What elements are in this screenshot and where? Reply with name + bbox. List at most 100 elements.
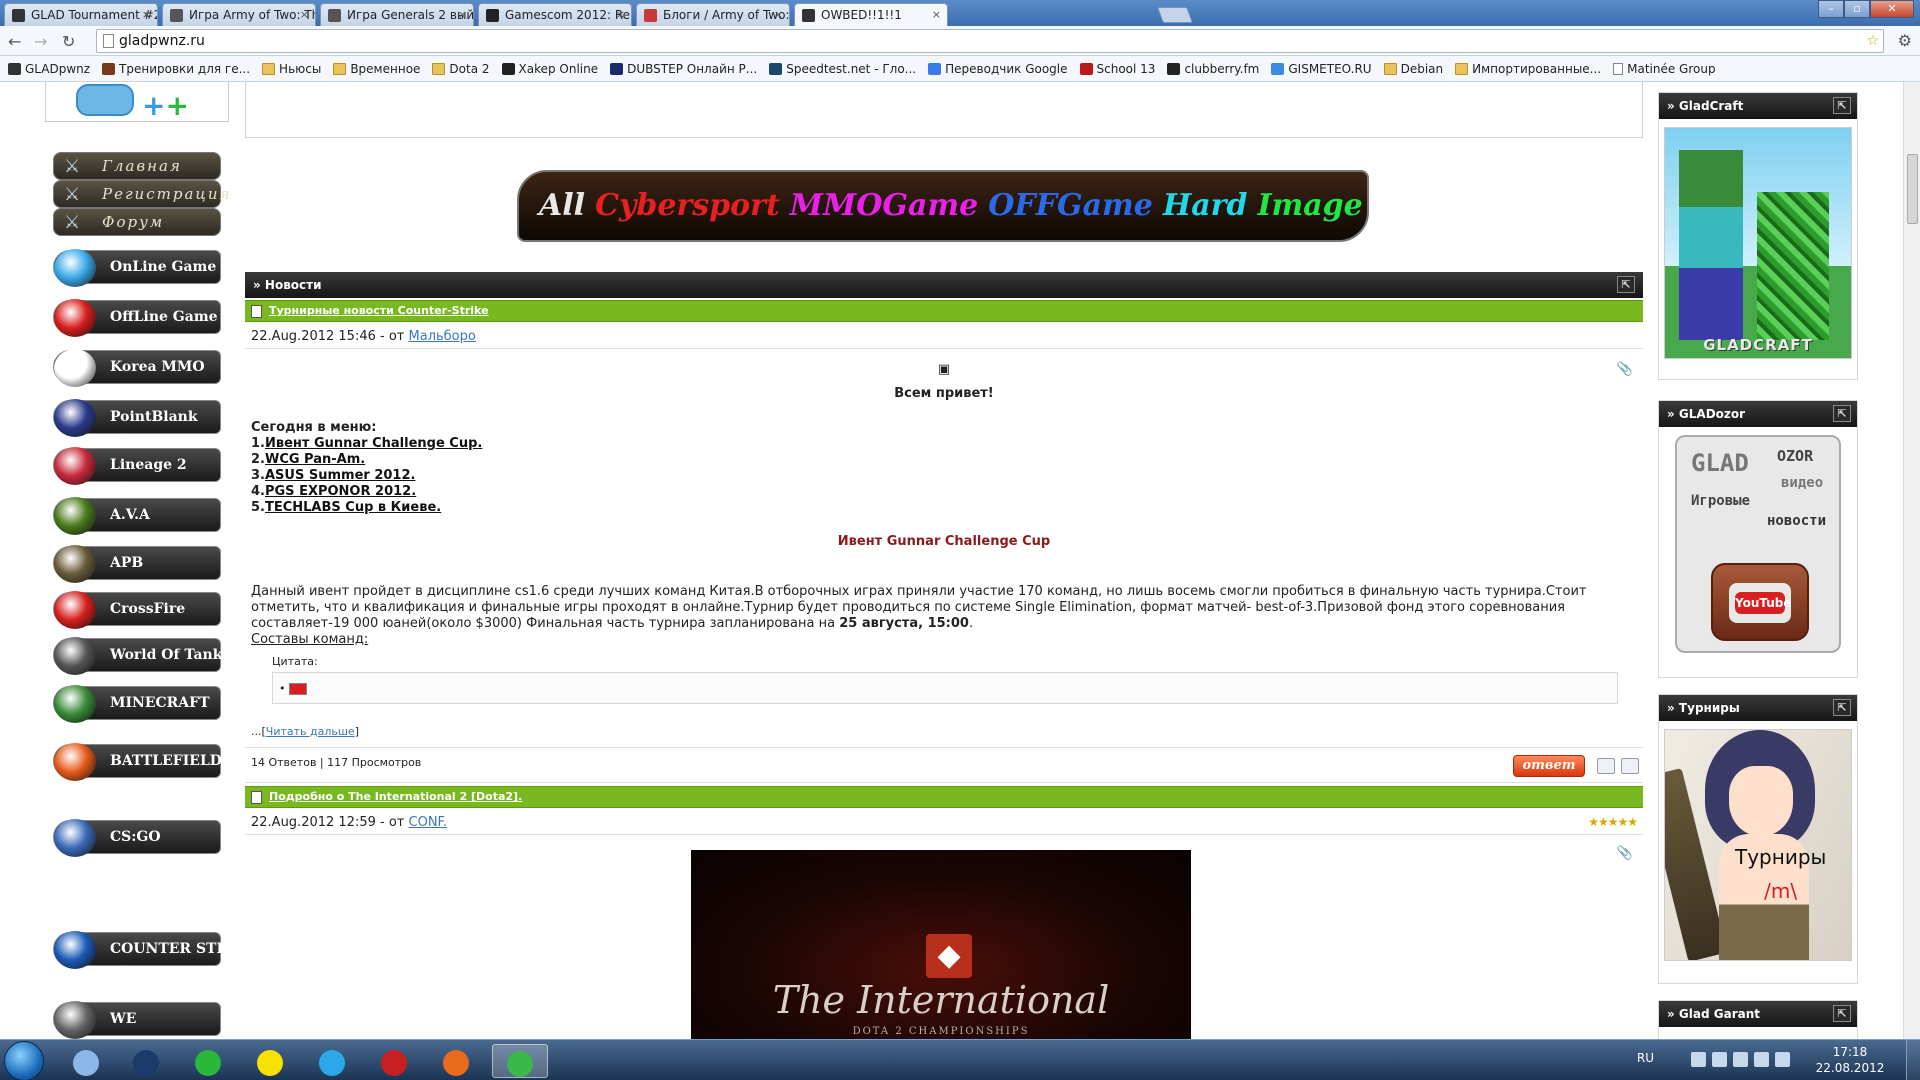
menu-item-link[interactable]: PGS EXPONOR 2012.: [265, 484, 416, 499]
gladcraft-image[interactable]: GLADCRAFT: [1664, 127, 1852, 359]
banner-word[interactable]: All: [539, 188, 585, 223]
tab-close-icon[interactable]: ×: [932, 8, 941, 21]
skype-icon[interactable]: [76, 84, 134, 116]
power-icon[interactable]: [1754, 1052, 1769, 1067]
back-arrow-icon[interactable]: ←: [8, 32, 21, 51]
read-more-link[interactable]: Читать дальше: [266, 725, 355, 738]
bookmark-item[interactable]: clubberry.fm: [1167, 62, 1259, 76]
bookmark-item[interactable]: Matinée Group: [1613, 62, 1716, 76]
game-category-button[interactable]: COUNTER STRIKE: [53, 931, 258, 969]
email-icon[interactable]: [1597, 758, 1615, 774]
new-tab-button[interactable]: [1157, 7, 1193, 23]
nav-button[interactable]: ⚔ Главная: [53, 152, 221, 180]
maximize-button[interactable]: ▫: [1844, 0, 1870, 18]
language-indicator[interactable]: RU: [1637, 1051, 1654, 1065]
collapse-icon[interactable]: ⇱: [1833, 97, 1851, 114]
banner-word[interactable]: OFFGame: [988, 188, 1153, 223]
browser-tab[interactable]: GLAD Tournament #2 5x5×: [4, 3, 158, 26]
menu-item-link[interactable]: WCG Pan-Am.: [265, 452, 365, 467]
bookmark-item[interactable]: Тренировки для ге...: [102, 62, 250, 76]
tab-close-icon[interactable]: ×: [458, 8, 467, 21]
post-title[interactable]: Турнирные новости Counter-Strike: [269, 304, 489, 317]
bookmark-item[interactable]: Dota 2: [432, 62, 490, 76]
flag-icon[interactable]: [1775, 1052, 1790, 1067]
taskbar-utorrent-icon[interactable]: [180, 1044, 236, 1078]
taskbar-steam-icon[interactable]: [118, 1044, 174, 1078]
reply-button[interactable]: ответ: [1513, 755, 1585, 777]
taskbar-firefox-icon[interactable]: [428, 1044, 484, 1078]
browser-tab[interactable]: OWBED!!1!!1 ×: [794, 3, 948, 27]
bookmark-item[interactable]: School 13: [1079, 62, 1155, 76]
bookmark-item[interactable]: Speedtest.net - Гло...: [769, 62, 916, 76]
collapse-icon[interactable]: ⇱: [1833, 405, 1851, 422]
volume-icon[interactable]: [1712, 1052, 1727, 1067]
game-category-button[interactable]: BATTLEFIELD: [53, 743, 222, 781]
browser-tab[interactable]: Gamescom 2012: Rememb×: [478, 3, 632, 26]
nav-button[interactable]: ⚔ Форум: [53, 208, 221, 236]
vertical-scrollbar[interactable]: [1903, 82, 1920, 1039]
close-window-button[interactable]: ✕: [1870, 0, 1914, 18]
browser-tab[interactable]: Блоги / Army of Two: The×: [636, 3, 790, 26]
taskbar-windows-explorer-icon[interactable]: [58, 1044, 114, 1078]
game-category-button[interactable]: OffLine Game: [53, 299, 221, 337]
game-category-button[interactable]: Lineage 2: [53, 447, 221, 485]
wrench-menu-icon[interactable]: ⚙: [1898, 31, 1912, 50]
gladozor-image[interactable]: GLAD OZOR видео Игровые новости YouTube: [1675, 435, 1841, 653]
print-icon[interactable]: [1621, 758, 1639, 774]
collapse-icon[interactable]: ⇱: [1833, 699, 1851, 716]
bookmark-item[interactable]: Debian: [1383, 62, 1443, 76]
post-author-link[interactable]: CONF.: [409, 815, 448, 830]
game-category-button[interactable]: A.V.A: [53, 497, 221, 535]
tab-close-icon[interactable]: ×: [616, 8, 625, 21]
tray-arrow-icon[interactable]: [1691, 1052, 1706, 1067]
bookmark-item[interactable]: Временное: [333, 62, 420, 76]
bookmark-item[interactable]: Переводчик Google: [928, 62, 1068, 76]
game-category-button[interactable]: WE: [53, 1001, 221, 1039]
game-category-button[interactable]: Korea MMO: [53, 349, 221, 387]
bookmark-item[interactable]: GISMETEO.RU: [1271, 62, 1372, 76]
address-bar[interactable]: gladpwnz.ru ☆: [96, 29, 1884, 53]
browser-tab[interactable]: Игра Army of Two: The De×: [162, 3, 316, 26]
network-icon[interactable]: [1733, 1052, 1748, 1067]
bookmark-star-icon[interactable]: ☆: [1866, 33, 1879, 49]
clock[interactable]: 17:18 22.08.2012: [1810, 1044, 1890, 1076]
game-category-button[interactable]: World Of Tanks: [53, 637, 230, 675]
banner-word[interactable]: Cybersport: [595, 188, 780, 223]
show-desktop-button[interactable]: [1906, 1040, 1920, 1080]
tab-close-icon[interactable]: ×: [300, 8, 309, 21]
tab-close-icon[interactable]: ×: [142, 8, 151, 21]
post-title[interactable]: Подробно о The International 2 [Dota2].: [269, 790, 522, 803]
plus-icon[interactable]: ++: [142, 92, 200, 120]
minimize-button[interactable]: –: [1818, 0, 1844, 18]
tournaments-image[interactable]: Турниры /m\: [1664, 729, 1852, 961]
game-category-button[interactable]: OnLine Game: [53, 249, 221, 287]
tab-close-icon[interactable]: ×: [774, 8, 783, 21]
forward-arrow-icon[interactable]: →: [34, 32, 47, 51]
taskbar-skype-icon[interactable]: [304, 1044, 360, 1078]
bookmark-item[interactable]: Импортированные...: [1455, 62, 1601, 76]
menu-item-link[interactable]: ASUS Summer 2012.: [265, 468, 415, 483]
collapse-icon[interactable]: ⇱: [1833, 1005, 1851, 1022]
menu-item-link[interactable]: TECHLABS Cup в Киеве.: [265, 500, 441, 515]
reload-icon[interactable]: ↻: [62, 32, 75, 51]
banner-word[interactable]: Image: [1257, 188, 1362, 223]
post-author-link[interactable]: Мальборо: [409, 329, 476, 344]
rating-stars[interactable]: ★★★★★: [1588, 815, 1638, 829]
game-category-button[interactable]: MINECRAFT: [53, 685, 221, 723]
bookmark-item[interactable]: GLADpwnz: [8, 62, 90, 76]
start-button[interactable]: [4, 1041, 44, 1080]
collapse-icon[interactable]: ⇱: [1617, 276, 1635, 293]
bookmark-item[interactable]: Ньюсы: [262, 62, 321, 76]
browser-tab[interactable]: Игра Generals 2 выйдет 6×: [320, 3, 474, 26]
bookmark-item[interactable]: Xakep Online: [501, 62, 598, 76]
game-category-button[interactable]: APB: [53, 545, 221, 583]
post-title-bar[interactable]: Подробно о The International 2 [Dota2].: [245, 786, 1643, 808]
menu-item-link[interactable]: Ивент Gunnar Challenge Cup.: [265, 436, 482, 451]
taskbar-chrome-icon[interactable]: [492, 1044, 548, 1078]
banner-word[interactable]: Hard: [1163, 188, 1248, 223]
bookmark-item[interactable]: DUBSTEP Онлайн Р...: [610, 62, 757, 76]
game-category-button[interactable]: CrossFire: [53, 591, 221, 629]
banner-word[interactable]: MMOGame: [790, 188, 978, 223]
category-banner[interactable]: AllCybersportMMOGameOFFGameHardImageVide…: [517, 170, 1369, 242]
taskbar-plus-app-icon[interactable]: [242, 1044, 298, 1078]
